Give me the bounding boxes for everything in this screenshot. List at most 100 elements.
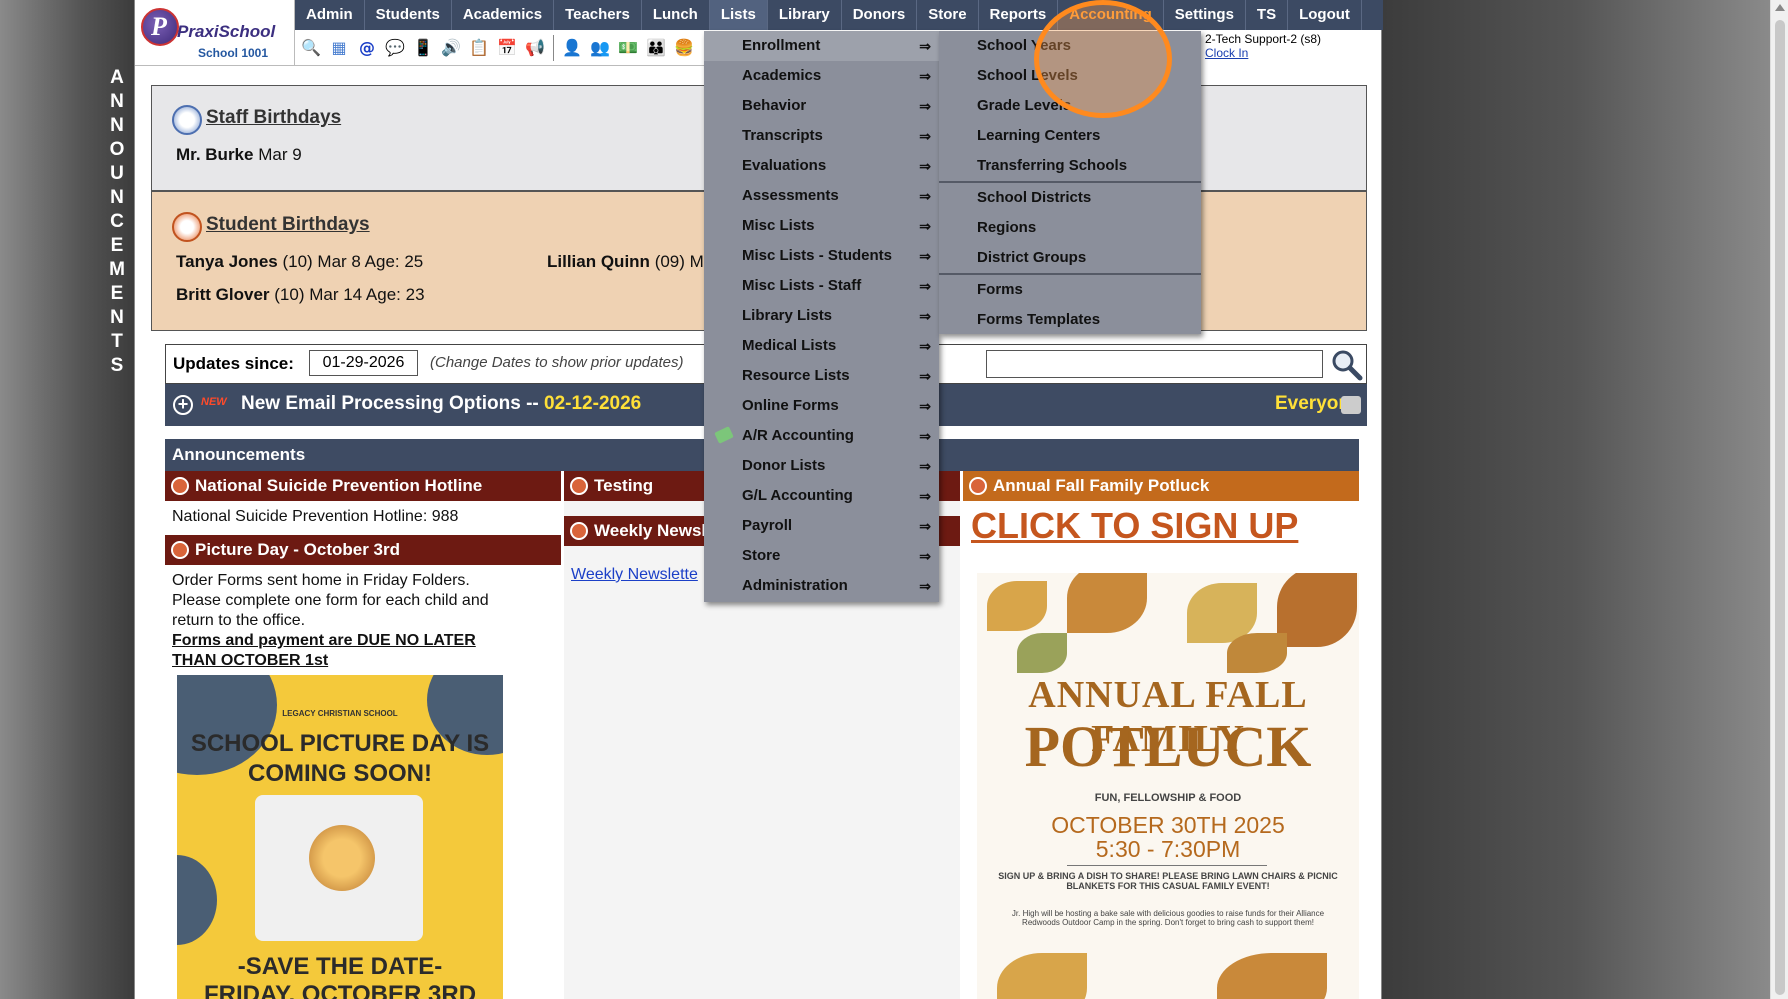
- email-at-icon[interactable]: @: [355, 36, 379, 60]
- announcements-vertical-label: ANN OUN CEM ENT S: [109, 67, 125, 376]
- lion-mascot-illustration: [309, 825, 375, 891]
- nav-lists[interactable]: Lists: [709, 0, 768, 30]
- top-navigation: Admin Students Academics Teachers Lunch …: [295, 0, 1383, 30]
- updates-hint: (Change Dates to show prior updates): [430, 354, 684, 371]
- nav-store[interactable]: Store: [917, 0, 979, 30]
- users-icon[interactable]: 👪: [644, 36, 668, 60]
- submenu-item-regions[interactable]: Regions: [939, 213, 1201, 243]
- search-input[interactable]: [986, 350, 1323, 378]
- submenu-item-forms[interactable]: Forms: [939, 275, 1201, 305]
- scroll-up-arrow-icon[interactable]: [1775, 4, 1785, 11]
- submenu-item-forms-templates[interactable]: Forms Templates: [939, 305, 1201, 335]
- submenu-item-district-groups[interactable]: District Groups: [939, 243, 1201, 273]
- money-icon: [714, 426, 734, 444]
- announcement-text: Order Forms sent home in Friday Folders.: [172, 572, 470, 589]
- lunch-icon[interactable]: 🍔: [672, 36, 696, 60]
- logo-mark-icon: P: [141, 8, 179, 46]
- cake-icon: [172, 212, 202, 242]
- nav-teachers[interactable]: Teachers: [554, 0, 642, 30]
- nav-ts[interactable]: TS: [1246, 0, 1289, 30]
- search-icon[interactable]: 🔍: [299, 36, 323, 60]
- nav-logout[interactable]: Logout: [1288, 0, 1362, 30]
- announcement-title[interactable]: National Suicide Prevention Hotline: [165, 471, 561, 501]
- nav-settings[interactable]: Settings: [1164, 0, 1246, 30]
- menu-item-behavior[interactable]: Behavior ⇒: [704, 91, 939, 121]
- nav-lunch[interactable]: Lunch: [642, 0, 710, 30]
- announcement-title[interactable]: Picture Day - October 3rd: [165, 535, 561, 565]
- nav-academics[interactable]: Academics: [452, 0, 555, 30]
- lists-dropdown-menu: Enrollment ⇒ Academics ⇒ Behavior ⇒ Transcr…: [704, 31, 939, 602]
- announcement-bold-text: THAN OCTOBER 1st: [172, 652, 329, 669]
- announcement-icon: [570, 477, 588, 495]
- announcement-text: Please complete one form for each child …: [172, 592, 489, 609]
- menu-item-enrollment[interactable]: Enrollment ⇒: [704, 31, 939, 61]
- newsletter-link[interactable]: Weekly Newslette: [571, 565, 698, 585]
- menu-item-academics[interactable]: Academics ⇒: [704, 61, 939, 91]
- menu-item-assessments[interactable]: Assessments ⇒: [704, 181, 939, 211]
- submenu-item-transferring-schools[interactable]: Transferring Schools: [939, 151, 1201, 181]
- toolbar-divider: [553, 34, 554, 61]
- menu-item-misc-lists[interactable]: Misc Lists ⇒: [704, 211, 939, 241]
- nav-students[interactable]: Students: [365, 0, 452, 30]
- announcement-text: National Suicide Prevention Hotline: 988: [172, 508, 459, 525]
- announcement-text: return to the office.: [172, 612, 306, 629]
- menu-item-store[interactable]: Store ⇒: [704, 541, 939, 571]
- user-info: 2-Tech Support-2 (s8) Clock In: [1205, 32, 1321, 60]
- clock-in-link[interactable]: Clock In: [1205, 46, 1321, 60]
- announcements-column-3: Annual Fall Family Potluck CLICK TO SIGN…: [963, 471, 1359, 999]
- logo[interactable]: P PraxiSchool School 1001: [135, 0, 295, 66]
- menu-item-administration[interactable]: Administration ⇒: [704, 571, 939, 601]
- menu-item-gl-accounting[interactable]: G/L Accounting ⇒: [704, 481, 939, 511]
- staff-birthdays-title[interactable]: Staff Birthdays: [206, 107, 341, 129]
- school-name: School 1001: [198, 46, 269, 60]
- menu-item-donor-lists[interactable]: Donor Lists ⇒: [704, 451, 939, 481]
- speaker-icon[interactable]: 🔊: [439, 36, 463, 60]
- nav-library[interactable]: Library: [768, 0, 842, 30]
- megaphone-icon[interactable]: 📢: [523, 36, 547, 60]
- nav-donors[interactable]: Donors: [842, 0, 918, 30]
- announcement-icon: [969, 477, 987, 495]
- menu-item-library-lists[interactable]: Library Lists ⇒: [704, 301, 939, 331]
- person-icon[interactable]: 👤: [560, 36, 584, 60]
- grid-icon[interactable]: ▦: [327, 36, 351, 60]
- menu-item-online-forms[interactable]: Online Forms ⇒: [704, 391, 939, 421]
- student-birthdays-title[interactable]: Student Birthdays: [206, 214, 370, 236]
- menu-item-medical-lists[interactable]: Medical Lists ⇒: [704, 331, 939, 361]
- announcement-icon: [171, 541, 189, 559]
- announcement-icon: [171, 477, 189, 495]
- news-title[interactable]: New Email Processing Options -- 02-12-20…: [241, 393, 641, 415]
- calendar-list-icon[interactable]: 📋: [467, 36, 491, 60]
- menu-item-transcripts[interactable]: Transcripts ⇒: [704, 121, 939, 151]
- search-icon[interactable]: [1329, 347, 1363, 381]
- phone-icon[interactable]: 📱: [411, 36, 435, 60]
- print-icon[interactable]: [1341, 396, 1361, 414]
- quick-toolbar: 🔍 ▦ @ 💬 📱 🔊 📋 📅 📢 👤 👥 💵 👪 🍔: [295, 30, 707, 66]
- person-group-icon[interactable]: 👥: [588, 36, 612, 60]
- announcements-column-1: National Suicide Prevention Hotline Nati…: [165, 471, 561, 999]
- new-badge: NEW: [201, 396, 227, 408]
- money-icon[interactable]: 💵: [616, 36, 640, 60]
- cake-icon: [172, 105, 202, 135]
- menu-item-evaluations[interactable]: Evaluations ⇒: [704, 151, 939, 181]
- potluck-poster: ANNUAL FALL FAMILY POTLUCK FUN, FELLOWSH…: [977, 573, 1359, 999]
- announcement-icon: [570, 522, 588, 540]
- menu-item-payroll[interactable]: Payroll ⇒: [704, 511, 939, 541]
- nav-admin[interactable]: Admin: [295, 0, 365, 30]
- submenu-item-school-districts[interactable]: School Districts: [939, 183, 1201, 213]
- chat-icon[interactable]: 💬: [383, 36, 407, 60]
- menu-item-misc-lists-staff[interactable]: Misc Lists - Staff ⇒: [704, 271, 939, 301]
- submenu-item-learning-centers[interactable]: Learning Centers: [939, 121, 1201, 151]
- expand-plus-icon[interactable]: +: [173, 395, 193, 415]
- sign-up-link[interactable]: CLICK TO SIGN UP: [971, 505, 1298, 547]
- menu-item-resource-lists[interactable]: Resource Lists ⇒: [704, 361, 939, 391]
- birthday-entry: Mr. Burke Mar 9: [176, 145, 302, 164]
- calendar-icon[interactable]: 📅: [495, 36, 519, 60]
- updates-date-input[interactable]: 01-29-2026: [309, 350, 418, 376]
- scrollbar-thumb[interactable]: [1775, 20, 1785, 995]
- page-background-right: [1382, 0, 1770, 999]
- menu-item-ar-accounting[interactable]: A/R Accounting ⇒: [704, 421, 939, 451]
- announcement-title[interactable]: Annual Fall Family Potluck: [963, 471, 1359, 501]
- menu-item-misc-lists-students[interactable]: Misc Lists - Students ⇒: [704, 241, 939, 271]
- announcement-bold-text: Forms and payment are DUE NO LATER: [172, 632, 476, 649]
- page-scrollbar[interactable]: [1770, 0, 1788, 999]
